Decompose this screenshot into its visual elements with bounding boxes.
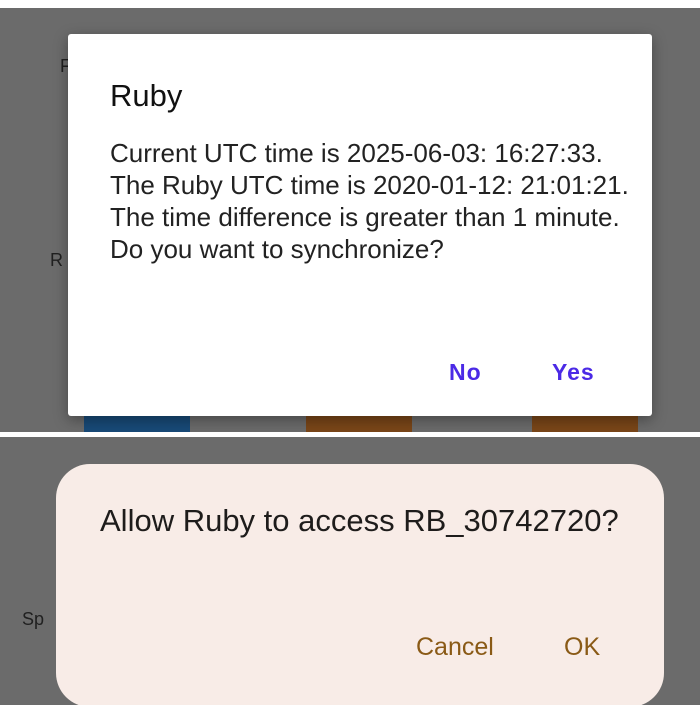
dialog-message: Allow Ruby to access RB_30742720? [100,503,619,538]
background-label: R [50,250,63,270]
background-label: Sp [22,609,45,629]
time-sync-dialog: Ruby Current UTC time is 2025-06-03: 16:… [68,34,652,416]
dialog-message: Current UTC time is 2025-06-03: 16:27:33… [110,138,629,264]
bottom-screenshot-panel: Sp Allow Ruby to access RB_30742720? Can… [0,437,700,705]
top-screenshot-panel: F R Ruby Current UTC time is 2025-06-03:… [0,8,700,432]
ok-button[interactable]: OK [564,633,600,662]
no-button[interactable]: No [449,359,482,386]
dialog-title: Ruby [110,78,183,113]
cancel-button[interactable]: Cancel [416,633,494,662]
yes-button[interactable]: Yes [552,359,595,386]
access-permission-dialog: Allow Ruby to access RB_30742720? Cancel… [56,464,664,705]
